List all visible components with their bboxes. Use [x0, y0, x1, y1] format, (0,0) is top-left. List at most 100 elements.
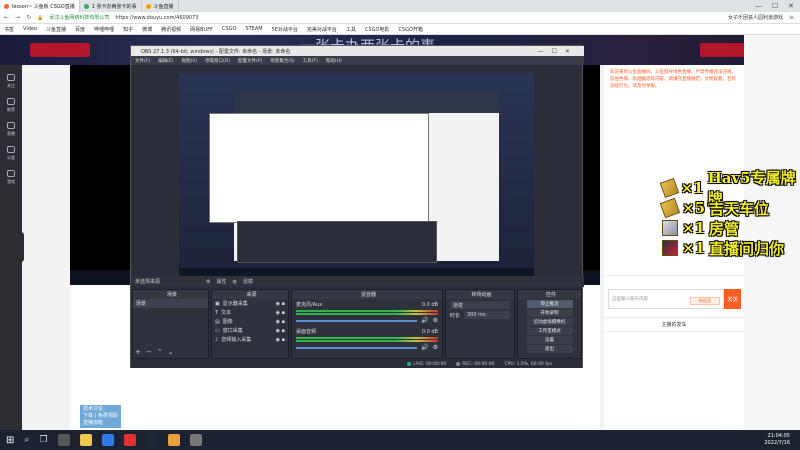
search-icon[interactable]: ⌕ [24, 435, 29, 445]
menu-item[interactable]: 视图(V) [181, 58, 197, 64]
bookmark[interactable]: 腾讯视频 [161, 26, 181, 33]
volume-slider[interactable] [296, 346, 418, 349]
source-label: 文本 [221, 310, 232, 316]
source-item[interactable]: ♪ 音频输入采集 ◉ ▪ [212, 335, 288, 344]
clock[interactable]: 21:04:05 2022/7/16 [764, 433, 800, 447]
properties-button[interactable]: 属性 [217, 278, 227, 285]
obs-preview[interactable] [179, 73, 534, 278]
menu-item[interactable]: 停靠窗口(D) [205, 58, 230, 64]
filters-button[interactable]: 滤镜 [243, 278, 253, 285]
bookmark[interactable]: 完美对战平台 [307, 26, 337, 33]
eye-lock-icon[interactable]: ◉ ▪ [276, 301, 288, 307]
collapse-handle[interactable] [18, 232, 24, 262]
task-view-icon[interactable]: ❐ [39, 435, 47, 445]
bookmark[interactable]: 网易BUFF [190, 26, 213, 33]
speaker-icon[interactable]: 🔊 [421, 317, 428, 324]
eye-lock-icon[interactable]: ◉ ▪ [276, 319, 288, 325]
bookmark[interactable]: CSGO [222, 26, 236, 32]
source-item[interactable]: ▭ 窗口采集 ◉ ▪ [212, 326, 288, 335]
bookmark[interactable]: STEAM [245, 26, 262, 32]
studio-mode-button[interactable]: 工作室模式 [526, 327, 573, 335]
rec-time: REC: 00:00:00 [462, 361, 495, 367]
eye-lock-icon[interactable]: ◉ ▪ [276, 337, 288, 343]
window-controls-icon[interactable]: —☐✕ [538, 48, 584, 55]
bookmark[interactable]: CSGO电影 [365, 26, 389, 33]
gear-icon[interactable]: ⚙ [206, 279, 210, 285]
text-icon: T [215, 309, 219, 316]
send-button[interactable]: 发送 [724, 289, 741, 309]
maximize-icon[interactable]: ☐ [772, 2, 778, 10]
speaker-icon[interactable]: 🔊 [421, 344, 428, 351]
bookmark[interactable]: 百度 [75, 26, 85, 33]
bookmark[interactable]: 工具 [346, 26, 356, 33]
exit-button[interactable]: 退出 [526, 345, 573, 353]
close-icon[interactable]: ✕ [788, 2, 794, 10]
back-icon[interactable]: ← [4, 14, 9, 21]
nav-item-category[interactable]: 分类 [0, 141, 22, 165]
source-item[interactable]: T 文本 ◉ ▪ [212, 308, 288, 317]
transition-select[interactable]: 渐变 [450, 301, 510, 309]
heart-icon [7, 73, 15, 81]
nav-item-live[interactable]: 直播 [0, 117, 22, 141]
menu-item[interactable]: 帮助(H) [326, 58, 342, 64]
nav-item-game[interactable]: 游戏 [0, 165, 22, 189]
minimize-icon[interactable]: — [755, 2, 762, 10]
nav-label: 游戏 [7, 178, 15, 184]
app-icon[interactable] [167, 434, 180, 446]
eye-lock-icon[interactable]: ◉ ▪ [276, 328, 288, 334]
fans-club-button[interactable]: 粉丝团 [690, 297, 720, 305]
browser-app-icon[interactable] [101, 434, 114, 446]
up-icon[interactable]: ⌃ [157, 348, 163, 356]
stop-streaming-button[interactable]: 停止推流 [526, 300, 573, 308]
eye-lock-icon[interactable]: ◉ ▪ [276, 310, 288, 316]
down-icon[interactable]: ⌄ [168, 348, 174, 356]
menu-item[interactable]: 文件(F) [135, 58, 150, 64]
bookmark[interactable]: Video [23, 26, 37, 32]
forward-icon[interactable]: → [15, 14, 20, 21]
remove-icon[interactable]: − [146, 348, 152, 356]
refresh-icon[interactable]: ↻ [26, 14, 31, 21]
nav-label: 直播 [7, 130, 15, 136]
app-icon[interactable] [189, 434, 202, 446]
file-explorer-icon[interactable] [79, 434, 92, 446]
menu-item[interactable]: 配置文件(P) [238, 58, 262, 64]
menu-item[interactable]: 工具(T) [303, 58, 318, 64]
add-icon[interactable]: + [135, 348, 141, 356]
bookmark[interactable]: 5E对战平台 [272, 26, 298, 33]
browser-tab[interactable]: 斗鱼直播 [142, 0, 179, 12]
filter-icon[interactable]: ◍ [233, 279, 237, 285]
gear-icon[interactable]: ⚙ [433, 344, 438, 351]
bookmark[interactable]: 书签 [4, 26, 14, 33]
menu-item[interactable]: 编辑(E) [158, 58, 173, 64]
source-item[interactable]: ▤ 图像 ◉ ▪ [212, 317, 288, 326]
virtual-camera-button[interactable]: 启动虚拟摄像机 [526, 318, 573, 326]
bookmark[interactable]: CSGO开箱 [398, 26, 422, 33]
nav-item-recommend[interactable]: 推荐 [0, 93, 22, 117]
grid-icon [7, 145, 15, 153]
source-item[interactable]: ▣ 显示器采集 ◉ ▪ [212, 299, 288, 308]
star-icon [7, 97, 15, 105]
windows-start-icon[interactable]: ⊞ [6, 435, 14, 446]
scene-item[interactable]: 场景 [133, 299, 208, 308]
nav-item-follow[interactable]: 关注 [0, 69, 22, 93]
steam-icon[interactable] [145, 434, 158, 446]
menu-icon[interactable]: ≡ [789, 14, 800, 21]
obs-window: OBS 27.1.3 (64-bit, windows) - 配置文件: 未命名… [130, 45, 584, 368]
bookmark[interactable]: 微博 [142, 26, 152, 33]
browser-tab[interactable]: 1 张卡办两张卡的事 [80, 0, 142, 12]
browser-tab[interactable]: lesson~ 斗鱼板 CSGO直播 [0, 0, 80, 12]
bookmark[interactable]: 斗鱼直播 [46, 26, 66, 33]
start-recording-button[interactable]: 开始录制 [526, 309, 573, 317]
settings-button[interactable]: 设置 [526, 336, 573, 344]
volume-slider[interactable] [296, 319, 418, 322]
url-field[interactable]: https://www.douyu.com/4609073 [115, 15, 198, 21]
menu-item[interactable]: 场景集合(S) [270, 58, 294, 64]
gear-icon[interactable]: ⚙ [433, 317, 438, 324]
mixer-track: 桌面音频 0.0 dB 🔊 ⚙ [292, 326, 442, 353]
bookmark[interactable]: 哔哩哔哩 [94, 26, 114, 33]
app-icon[interactable] [123, 434, 136, 446]
duration-input[interactable]: 300 ms [464, 311, 510, 319]
bookmark[interactable]: 知乎 [123, 26, 133, 33]
search-suggestion[interactable]: 女子乐团丧人园利道游戏 [728, 14, 783, 21]
obs-app-icon[interactable] [57, 434, 70, 446]
